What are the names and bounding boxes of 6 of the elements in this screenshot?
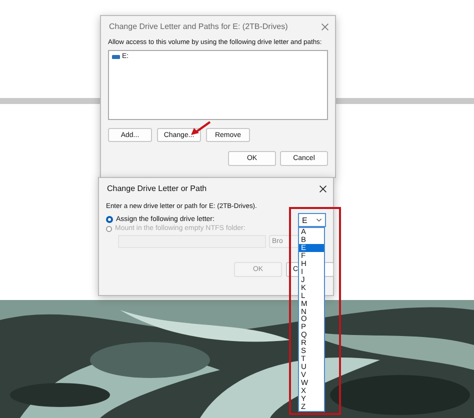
window-title: Change Drive Letter or Path bbox=[107, 184, 207, 193]
close-icon[interactable] bbox=[319, 184, 327, 192]
drive-icon bbox=[112, 54, 120, 58]
drive-letter-dropdown[interactable]: E bbox=[298, 213, 326, 227]
window-title: Change Drive Letter and Paths for E: (2TB-Drives) bbox=[109, 22, 288, 31]
chevron-icon bbox=[316, 218, 322, 222]
